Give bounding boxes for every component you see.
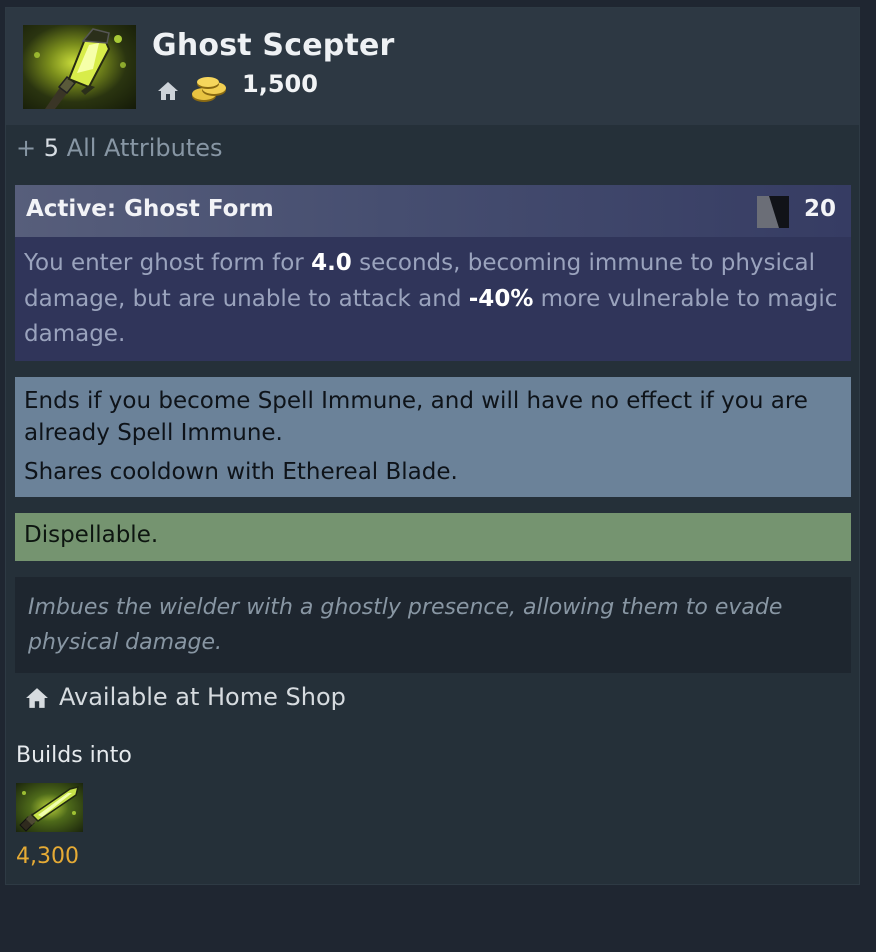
item-tooltip: Ghost Scepter 1,500 + 5 All Attributes A… — [5, 7, 860, 885]
cooldown-icon — [757, 196, 789, 228]
active-desc-part-1: You enter ghost form for — [24, 250, 312, 276]
tooltip-header: Ghost Scepter 1,500 — [6, 8, 859, 125]
ghost-scepter-item-icon — [23, 25, 136, 109]
build-item-cost: 4,300 — [16, 844, 79, 869]
home-icon — [158, 82, 178, 100]
attribute-label: All Attributes — [66, 134, 223, 162]
ability-notes: Ends if you become Spell Immune, and wil… — [15, 377, 851, 497]
builds-into-label: Builds into — [16, 743, 132, 768]
active-ability-panel: Active: Ghost Form 20 You enter ghost fo… — [15, 185, 851, 361]
attribute-plus: + — [16, 134, 37, 162]
magic-amp-value: -40% — [468, 285, 534, 312]
gold-coins-icon — [192, 77, 226, 102]
shop-availability: Available at Home Shop — [59, 683, 346, 711]
item-name: Ghost Scepter — [152, 28, 395, 63]
item-cost: 1,500 — [242, 70, 318, 98]
active-ability-title: Active: Ghost Form — [26, 196, 274, 222]
ethereal-blade-item-icon[interactable] — [16, 783, 83, 832]
ghost-duration-value: 4.0 — [311, 250, 352, 276]
note-shared-cooldown: Shares cooldown with Ethereal Blade. — [24, 459, 458, 485]
active-ability-header: Active: Ghost Form 20 — [15, 185, 851, 237]
dispel-note: Dispellable. — [15, 513, 851, 561]
item-lore: Imbues the wielder with a ghostly presen… — [15, 577, 851, 673]
note-spell-immune: Ends if you become Spell Immune, and wil… — [24, 388, 808, 446]
cooldown-value: 20 — [804, 196, 837, 222]
attribute-value: 5 — [43, 134, 60, 162]
attribute-bonus: + 5 All Attributes — [16, 134, 223, 162]
home-icon — [26, 688, 48, 708]
active-ability-description: You enter ghost form for 4.0 seconds, be… — [24, 246, 839, 353]
